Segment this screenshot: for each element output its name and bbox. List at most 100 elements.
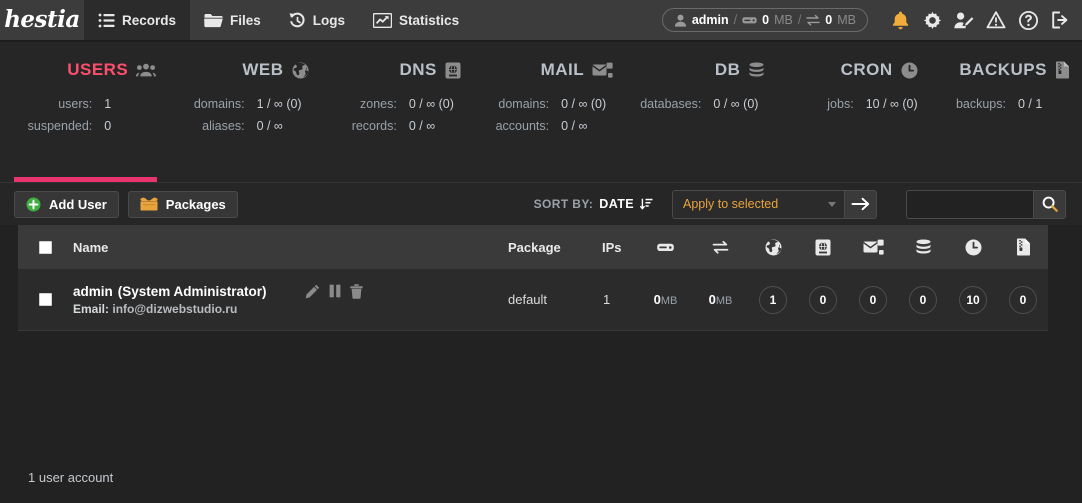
packages-button[interactable]: Packages xyxy=(127,190,238,218)
stat-key: jobs: xyxy=(827,97,854,111)
users-table: Name Package IPs admin (System Administr… xyxy=(0,225,1082,331)
column-header-disk[interactable] xyxy=(638,240,693,254)
globe-icon xyxy=(765,239,781,255)
row-email-value[interactable]: info@dizwebstudio.ru xyxy=(112,302,237,316)
column-header-bandwidth[interactable] xyxy=(693,240,748,254)
footer: 1 user account xyxy=(0,470,1082,503)
user-summary-pill[interactable]: admin / 0 MB / 0 MB xyxy=(661,8,868,32)
users-icon xyxy=(136,63,157,77)
stat-body-dns: zones: 0 / ∞ (0) records: 0 / ∞ xyxy=(352,93,461,137)
cron-count-badge[interactable]: 10 xyxy=(959,285,987,314)
column-header-dns[interactable] xyxy=(798,239,848,256)
nav-item-files[interactable]: Files xyxy=(190,0,275,40)
nav-item-logs[interactable]: Logs xyxy=(275,0,359,40)
stat-group-backups[interactable]: BACKUPS backups: 0 / 1 xyxy=(922,60,1074,177)
logout-icon[interactable] xyxy=(1044,0,1076,41)
globe-icon xyxy=(292,62,309,79)
select-all-checkbox[interactable] xyxy=(39,240,52,254)
web-count-badge[interactable]: 1 xyxy=(759,285,787,314)
stat-body-cron: jobs: 10 / ∞ (0) xyxy=(827,93,917,115)
sort-by-label: SORT BY: xyxy=(533,197,594,211)
db-count-badge[interactable]: 0 xyxy=(909,285,937,314)
row-checkbox[interactable] xyxy=(39,293,52,306)
chevron-down-icon xyxy=(828,202,836,207)
row-disk-value: 0 xyxy=(653,292,661,307)
search-input[interactable] xyxy=(906,189,1033,219)
plus-circle-icon xyxy=(26,197,41,212)
column-header-backups[interactable] xyxy=(998,238,1048,256)
stat-group-web[interactable]: WEB domains: 1 / ∞ (0) aliases: 0 / ∞ xyxy=(160,60,312,177)
nav-label-logs: Logs xyxy=(312,12,346,28)
user-icon xyxy=(674,14,687,27)
bandwidth-unit: MB xyxy=(837,13,856,27)
stat-header-db[interactable]: DB xyxy=(715,60,766,80)
table-row[interactable]: admin (System Administrator) Email: info… xyxy=(18,269,1048,331)
add-user-button[interactable]: Add User xyxy=(14,190,119,218)
apply-to-selected-select[interactable]: Apply to selected xyxy=(672,189,844,219)
delete-icon[interactable] xyxy=(349,283,363,299)
dns-count-badge[interactable]: 0 xyxy=(809,285,837,314)
chart-icon xyxy=(373,12,393,28)
row-mail-cell: 0 xyxy=(848,285,898,314)
stat-value: 0 xyxy=(104,119,112,133)
mail-count-badge[interactable]: 0 xyxy=(859,285,887,314)
pill-sep-1: / xyxy=(733,13,738,27)
column-header-mail[interactable] xyxy=(848,239,898,256)
suspend-icon[interactable] xyxy=(329,284,341,298)
notifications-icon[interactable] xyxy=(884,0,916,41)
row-username[interactable]: admin xyxy=(73,284,113,299)
edit-user-icon[interactable] xyxy=(948,0,980,41)
row-email-label: Email: xyxy=(73,301,110,316)
bandwidth-value: 0 xyxy=(825,13,833,27)
warning-icon[interactable] xyxy=(980,0,1012,41)
stat-group-mail[interactable]: MAIL domains: 0 / ∞ (0) accounts: 0 / ∞ xyxy=(465,60,617,177)
stat-header-dns[interactable]: DNS xyxy=(399,60,461,80)
apply-go-button[interactable] xyxy=(844,189,877,219)
stat-header-cron[interactable]: CRON xyxy=(841,60,918,80)
column-header-name[interactable]: Name xyxy=(73,240,508,255)
row-select-cell xyxy=(18,293,73,306)
packages-label: Packages xyxy=(165,196,226,212)
search-button[interactable] xyxy=(1033,189,1066,219)
stat-value: 10 / ∞ (0) xyxy=(865,97,918,111)
gear-icon[interactable] xyxy=(916,0,948,41)
stat-group-cron[interactable]: CRON jobs: 10 / ∞ (0) xyxy=(769,60,921,177)
top-navigation-bar: hestia Records Files Logs Statistics adm… xyxy=(0,0,1082,42)
nav-label-statistics: Statistics xyxy=(399,12,460,28)
hestia-logo[interactable]: hestia xyxy=(0,0,84,40)
stat-group-users[interactable]: USERS users: 1 suspended: 0 xyxy=(8,60,160,177)
column-header-db[interactable] xyxy=(898,239,948,256)
nav-item-statistics[interactable]: Statistics xyxy=(359,0,473,40)
sort-by-value: DATE xyxy=(599,197,634,211)
stat-row: records: 0 / ∞ xyxy=(352,115,461,137)
dns-icon xyxy=(815,239,831,255)
column-header-package[interactable]: Package xyxy=(508,240,594,255)
stat-row: suspended: 0 xyxy=(28,115,157,137)
stat-header-web[interactable]: WEB xyxy=(242,60,309,80)
stat-header-mail[interactable]: MAIL xyxy=(541,60,614,80)
active-tab-underline xyxy=(14,177,157,182)
stat-header-users[interactable]: USERS xyxy=(67,60,157,80)
column-header-cron[interactable] xyxy=(948,239,998,256)
disk-icon xyxy=(742,14,757,26)
edit-icon[interactable] xyxy=(305,284,320,299)
nav-item-records[interactable]: Records xyxy=(84,0,191,40)
help-icon[interactable] xyxy=(1012,0,1044,41)
sort-by-control[interactable]: SORT BY: DATE xyxy=(534,197,653,211)
stat-title-db: DB xyxy=(714,60,741,79)
stat-value: 0 / ∞ xyxy=(256,119,283,133)
row-ips-cell: 1 xyxy=(594,291,638,309)
stat-header-backups[interactable]: BACKUPS xyxy=(959,60,1070,80)
active-tab-underline-container xyxy=(0,177,1082,182)
row-bandwidth-cell: 0MB xyxy=(693,292,748,307)
column-header-web[interactable] xyxy=(748,239,798,256)
stat-row: aliases: 0 / ∞ xyxy=(202,115,308,137)
stat-group-db[interactable]: DB databases: 0 / ∞ (0) xyxy=(617,60,769,177)
pill-sep-2: / xyxy=(797,13,802,27)
clock-icon xyxy=(901,62,918,79)
stat-group-dns[interactable]: DNS zones: 0 / ∞ (0) records: 0 / ∞ xyxy=(313,60,465,177)
column-header-ips[interactable]: IPs xyxy=(594,240,638,255)
row-bandwidth-unit: MB xyxy=(715,295,733,307)
backups-count-badge[interactable]: 0 xyxy=(1009,285,1037,314)
